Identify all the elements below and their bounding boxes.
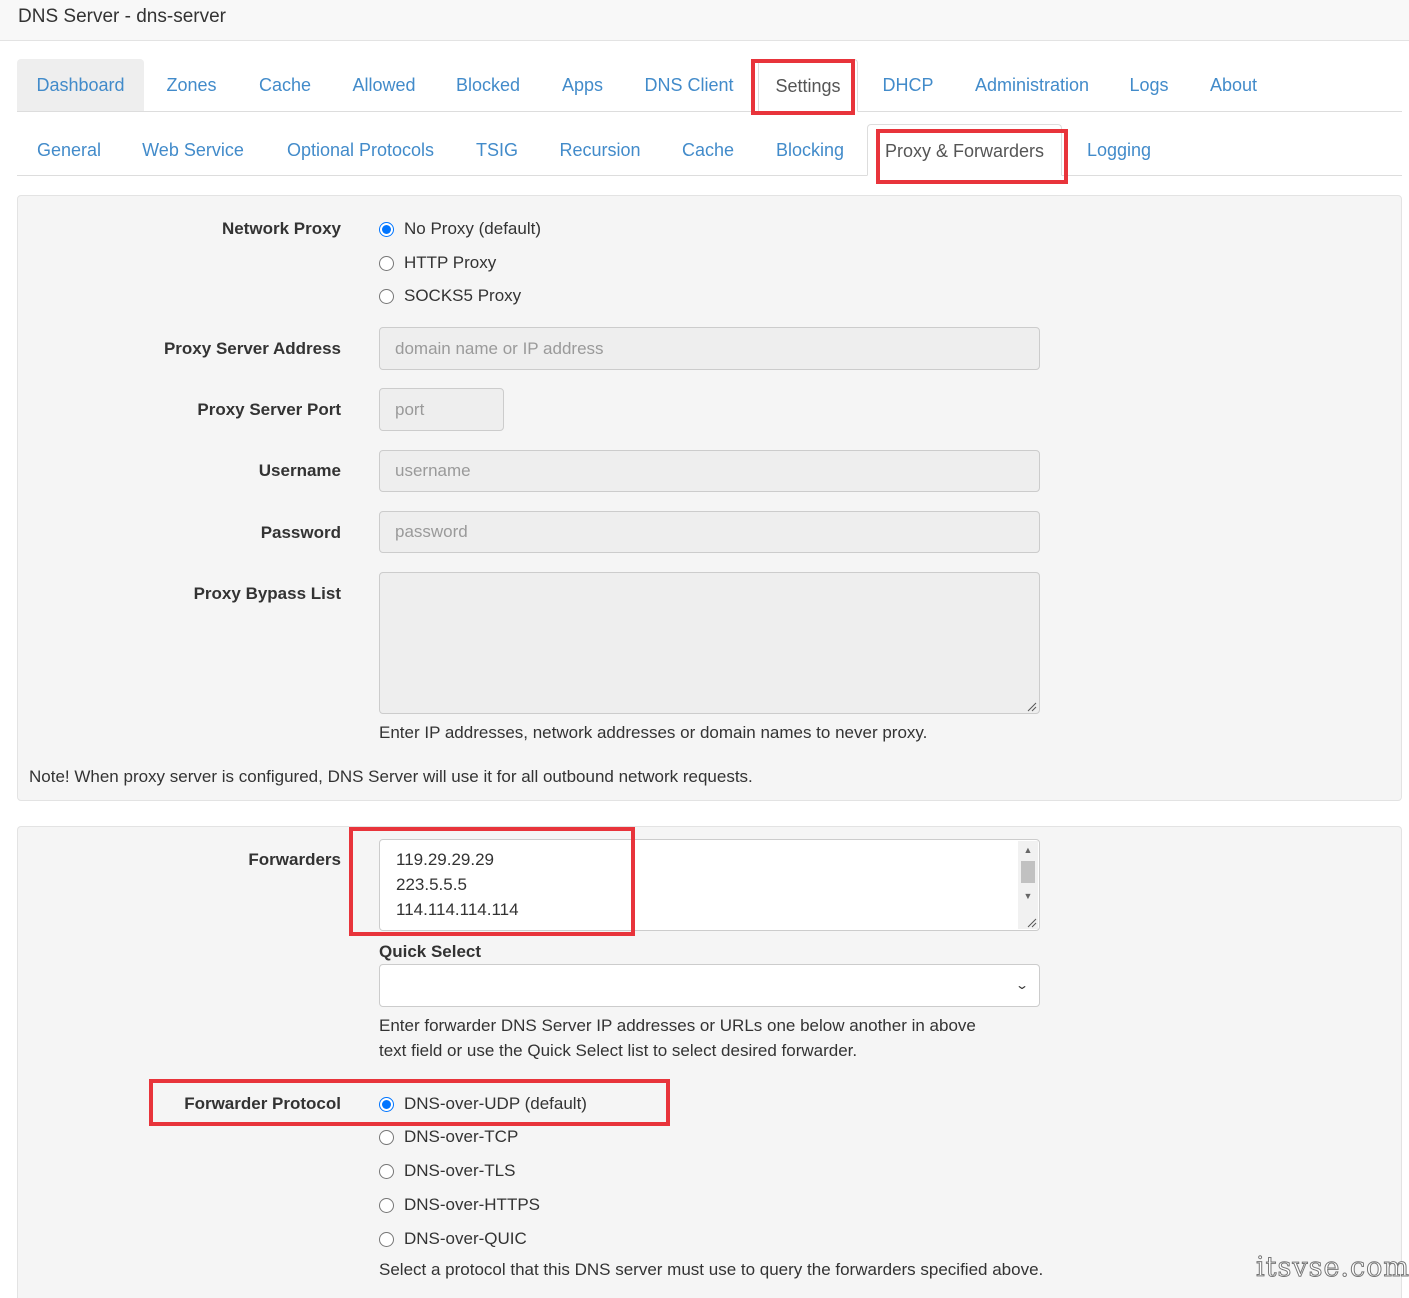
proxy-note: Note! When proxy server is configured, D…	[29, 767, 753, 786]
username-label: Username	[258, 461, 341, 480]
tab-cache[interactable]: Cache	[243, 59, 327, 111]
resize-grip-icon[interactable]	[1027, 702, 1037, 712]
tab-about[interactable]: About	[1197, 59, 1270, 111]
radio-no-proxy[interactable]: No Proxy (default)	[378, 219, 541, 239]
subtab-recursion[interactable]: Recursion	[545, 124, 655, 175]
radio-dns-over-udp[interactable]: DNS-over-UDP (default)	[378, 1094, 587, 1114]
radio-socks5-proxy[interactable]: SOCKS5 Proxy	[378, 286, 521, 306]
tab-blocked[interactable]: Blocked	[441, 59, 535, 111]
proxy-server-address-label: Proxy Server Address	[163, 339, 341, 358]
tab-administration[interactable]: Administration	[962, 59, 1102, 111]
scroll-down-icon[interactable]: ▼	[1018, 891, 1038, 901]
radio-unselected-icon[interactable]	[379, 1231, 394, 1247]
forwarder-entry: 119.29.29.29	[396, 850, 494, 869]
forwarders-help-line-2: text field or use the Quick Select list …	[379, 1041, 858, 1060]
tab-dashboard[interactable]: Dashboard	[17, 59, 144, 111]
password-input[interactable]	[379, 511, 1040, 553]
radio-unselected-icon[interactable]	[379, 255, 394, 271]
main-tab-bar: Dashboard Zones Cache Allowed Blocked Ap…	[17, 59, 1402, 112]
radio-unselected-icon[interactable]	[379, 1163, 394, 1179]
subtab-cache[interactable]: Cache	[670, 124, 746, 175]
subtab-web-service[interactable]: Web Service	[129, 124, 257, 175]
proxy-bypass-list-textarea[interactable]	[379, 572, 1040, 714]
tab-apps[interactable]: Apps	[545, 59, 620, 111]
subtab-general[interactable]: General	[17, 124, 121, 175]
radio-selected-icon[interactable]	[379, 1096, 394, 1112]
tab-zones[interactable]: Zones	[149, 59, 234, 111]
tab-dhcp[interactable]: DHCP	[869, 59, 947, 111]
radio-dns-over-quic[interactable]: DNS-over-QUIC	[378, 1229, 527, 1249]
settings-sub-tab-bar: General Web Service Optional Protocols T…	[17, 124, 1402, 176]
subtab-proxy-forwarders[interactable]: Proxy & Forwarders	[867, 124, 1062, 176]
tab-logs[interactable]: Logs	[1116, 59, 1182, 111]
proxy-server-port-label: Proxy Server Port	[197, 400, 341, 419]
radio-dns-over-tls[interactable]: DNS-over-TLS	[378, 1161, 515, 1181]
radio-unselected-icon[interactable]	[379, 288, 394, 304]
subtab-optional-protocols[interactable]: Optional Protocols	[273, 124, 448, 175]
proxy-bypass-help: Enter IP addresses, network addresses or…	[379, 723, 928, 742]
title-bar: DNS Server - dns-server	[0, 0, 1409, 41]
quick-select-label: Quick Select	[379, 942, 482, 961]
forwarder-entry: 114.114.114.114	[396, 900, 519, 919]
quick-select-dropdown[interactable]: ⌄	[379, 964, 1040, 1007]
radio-unselected-icon[interactable]	[379, 1129, 394, 1145]
subtab-logging[interactable]: Logging	[1074, 124, 1164, 175]
password-label: Password	[260, 523, 341, 542]
forwarders-label: Forwarders	[248, 850, 341, 869]
radio-dns-over-tcp[interactable]: DNS-over-TCP	[378, 1127, 518, 1147]
forwarder-protocol-help: Select a protocol that this DNS server m…	[379, 1260, 1044, 1279]
forwarder-protocol-label: Forwarder Protocol	[184, 1094, 341, 1113]
radio-unselected-icon[interactable]	[379, 1197, 394, 1213]
radio-selected-icon[interactable]	[379, 221, 394, 237]
radio-dns-over-https[interactable]: DNS-over-HTTPS	[378, 1195, 540, 1215]
proxy-bypass-list-label: Proxy Bypass List	[193, 584, 341, 603]
forwarders-help-line-1: Enter forwarder DNS Server IP addresses …	[379, 1016, 976, 1035]
forwarder-entry: 223.5.5.5	[396, 875, 467, 894]
subtab-tsig[interactable]: TSIG	[463, 124, 531, 175]
watermark: itsvse.com	[1256, 1252, 1409, 1284]
username-input[interactable]	[379, 450, 1040, 492]
tab-dns-client[interactable]: DNS Client	[630, 59, 748, 111]
scrollbar-thumb[interactable]	[1021, 861, 1035, 883]
radio-http-proxy[interactable]: HTTP Proxy	[378, 253, 496, 273]
scroll-up-icon[interactable]: ▲	[1018, 845, 1038, 855]
forwarders-textarea[interactable]: 119.29.29.29 223.5.5.5 114.114.114.114 ▲…	[379, 839, 1040, 931]
network-proxy-label: Network Proxy	[221, 219, 341, 238]
forwarders-scrollbar[interactable]: ▲ ▼	[1018, 841, 1038, 929]
tab-settings[interactable]: Settings	[758, 59, 858, 112]
subtab-blocking[interactable]: Blocking	[763, 124, 857, 175]
resize-grip-icon[interactable]	[1027, 918, 1037, 928]
proxy-server-address-input[interactable]	[379, 327, 1040, 370]
window-title: DNS Server - dns-server	[18, 6, 226, 27]
tab-allowed[interactable]: Allowed	[337, 59, 431, 111]
chevron-down-icon: ⌄	[1014, 978, 1030, 992]
proxy-server-port-input[interactable]	[379, 388, 504, 431]
